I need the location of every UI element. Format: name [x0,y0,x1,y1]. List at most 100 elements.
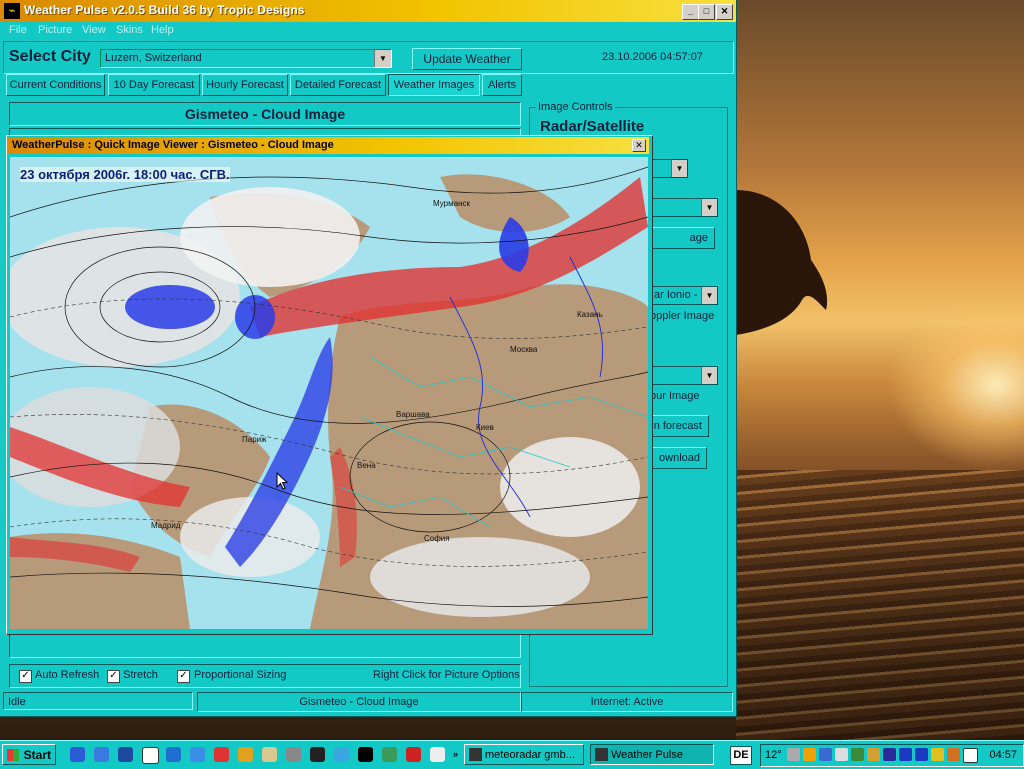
tray-i-icon[interactable] [899,748,912,761]
tray-b-icon[interactable] [915,748,928,761]
window-titlebar[interactable]: ⌁ Weather Pulse v2.0.5 Build 36 by Tropi… [0,0,736,22]
map-city-label: Вена [357,461,376,470]
start-button[interactable]: Start [2,744,56,765]
map-city-label: Варшава [396,410,430,419]
image-options-bar: ✓ Auto Refresh ✓ Stretch ✓ Proportional … [9,664,521,688]
select-city-label: Select City [9,48,91,65]
close-button[interactable]: ✕ [716,4,733,20]
doppler-image-label[interactable]: oppler Image [650,310,714,322]
system-tray: 12° 04:57 [760,744,1024,767]
tray-app-icon[interactable] [851,748,864,761]
quicklaunch-eyes-icon[interactable] [430,747,445,762]
cloud-map-graphic [10,166,648,629]
tab-current-conditions[interactable]: Current Conditions [6,74,105,96]
quicklaunch-messenger-icon[interactable] [190,747,205,762]
status-image: Gismeteo - Cloud Image [197,692,521,712]
start-label: Start [23,748,51,762]
tab-weather-images[interactable]: Weather Images [388,74,480,96]
menu-picture[interactable]: Picture [38,24,72,36]
mouse-cursor-icon [276,472,288,490]
quicklaunch-desktop-icon[interactable] [70,747,85,762]
tab-detailed-forecast[interactable]: Detailed Forecast [290,74,386,96]
viewer-title: WeatherPulse : Quick Image Viewer : Gism… [12,139,334,151]
source-dropdown[interactable]: ▼ [650,159,688,178]
menu-skins[interactable]: Skins [116,24,143,36]
chevron-down-icon[interactable]: ▼ [374,50,391,67]
stretch-checkbox[interactable]: ✓ [107,670,120,683]
tab-10-day-forecast[interactable]: 10 Day Forecast [108,74,200,96]
viewer-titlebar[interactable]: WeatherPulse : Quick Image Viewer : Gism… [8,137,649,154]
chevron-down-icon[interactable]: ▼ [701,367,717,384]
quicklaunch-pulse-icon[interactable] [358,747,373,762]
image-controls-legend: Image Controls [536,101,615,113]
tray-clock[interactable]: 04:57 [989,749,1017,761]
menu-view[interactable]: View [82,24,106,36]
stretch-label[interactable]: Stretch [123,669,158,681]
cloud-map-image[interactable]: 23 октября 2006г. 18:00 час. СГВ. Мурман… [10,157,648,629]
maximize-button[interactable]: □ [698,4,715,20]
quicklaunch-tool-icon[interactable] [406,747,421,762]
auto-refresh-checkbox[interactable]: ✓ [19,670,32,683]
status-internet: Internet: Active [521,692,733,712]
taskbar: Start » meteoradar gmb... Weather Pulse … [0,740,1024,769]
quicklaunch-notes-icon[interactable] [262,747,277,762]
chevron-down-icon[interactable]: ▼ [701,287,717,304]
status-state: Idle [3,692,193,710]
viewer-close-button[interactable]: ✕ [632,139,646,152]
minimize-button[interactable]: _ [682,4,699,20]
current-datetime: 23.10.2006 04:57:07 [602,51,703,63]
chevron-down-icon[interactable]: ▼ [671,160,687,177]
update-weather-button[interactable]: Update Weather [412,48,522,70]
dolphin-image [736,190,828,335]
map-city-label: Мурманск [433,199,470,208]
tray-panda-icon[interactable] [963,748,978,763]
auto-refresh-label[interactable]: Auto Refresh [35,669,99,681]
tray-cloud-icon[interactable] [787,748,800,761]
quicklaunch-camera-icon[interactable] [310,747,325,762]
windows-logo-icon [7,749,19,761]
app-pulse-icon: ⌁ [4,3,20,19]
proportional-sizing-checkbox[interactable]: ✓ [177,670,190,683]
tray-fire-icon[interactable] [947,748,960,761]
contour-dropdown[interactable]: ▼ [650,366,718,385]
doppler-dropdown[interactable]: ar Ionio - It ▼ [650,286,718,305]
tray-monitor-icon[interactable] [835,748,848,761]
task-weather-pulse[interactable]: Weather Pulse [590,744,714,765]
quicklaunch-printer-icon[interactable] [286,747,301,762]
tray-lock-icon[interactable] [803,748,816,761]
doppler-dropdown-value: ar Ionio - It [654,289,707,301]
contour-image-label[interactable]: our Image [650,390,700,402]
quicklaunch-more-icon[interactable]: » [448,747,463,762]
quicklaunch-explorer-icon[interactable] [94,747,109,762]
quicklaunch-b-icon[interactable] [118,747,133,762]
menu-help[interactable]: Help [151,24,174,36]
quicklaunch-face-icon[interactable] [238,747,253,762]
city-dropdown[interactable]: Luzern, Switzerland ▼ [100,49,392,68]
download-button[interactable]: ownload [650,447,707,469]
tray-network-icon[interactable] [819,748,832,761]
chevron-down-icon[interactable]: ▼ [701,199,717,216]
quicklaunch-network-icon[interactable] [382,747,397,762]
tray-circle-icon[interactable] [883,748,896,761]
tab-alerts[interactable]: Alerts [482,74,522,96]
tab-hourly-forecast[interactable]: Hourly Forecast [202,74,288,96]
region-dropdown[interactable]: ▼ [650,198,718,217]
tray-pencil-icon[interactable] [931,748,944,761]
quicklaunch-globe-icon[interactable] [334,747,349,762]
task-meteoradar[interactable]: meteoradar gmb... [464,744,584,765]
show-image-button[interactable]: age [650,227,715,249]
language-indicator[interactable]: DE [730,746,752,765]
quicklaunch-mail-icon[interactable] [214,747,229,762]
quicklaunch-ie-icon[interactable] [166,747,181,762]
menu-file[interactable]: File [9,24,27,36]
forecast-button[interactable]: n forecast [650,415,709,437]
quick-image-viewer[interactable]: WeatherPulse : Quick Image Viewer : Gism… [6,135,653,635]
menu-bar: File Picture View Skins Help [0,22,736,39]
image-panel-title: Gismeteo - Cloud Image [9,102,521,126]
proportional-sizing-label[interactable]: Proportional Sizing [194,669,286,681]
desktop-wallpaper [736,0,1024,740]
city-row: Select City Luzern, Switzerland ▼ Update… [3,41,734,74]
tray-folder-icon[interactable] [867,748,880,761]
quicklaunch-panda-icon[interactable] [142,747,159,764]
tray-temperature[interactable]: 12° [765,749,782,761]
